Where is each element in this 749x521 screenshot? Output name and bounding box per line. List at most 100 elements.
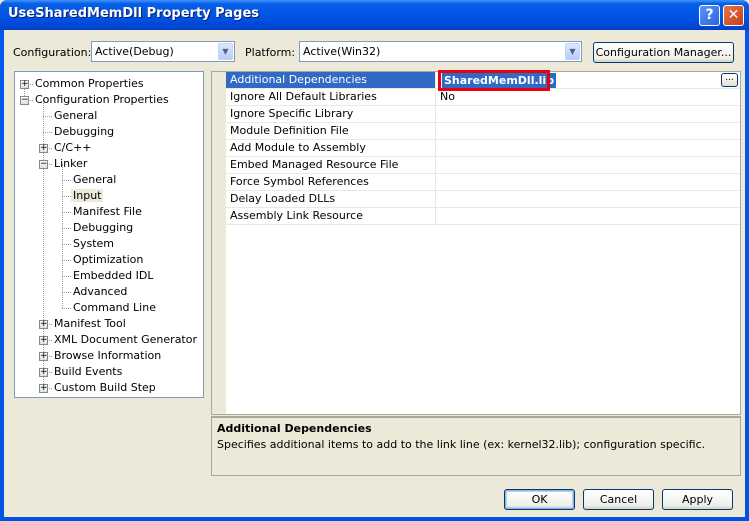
expand-icon[interactable]: + <box>39 384 48 393</box>
tree-item-label: Custom Build Step <box>54 381 156 394</box>
tree-item[interactable]: C/C++ <box>52 140 94 155</box>
tree-item[interactable]: Command Line <box>71 300 158 315</box>
property-tree[interactable]: + Common Properties − Configuration Propert… <box>14 71 204 398</box>
property-row[interactable]: Force Symbol References <box>226 174 740 191</box>
property-grid[interactable]: Additional Dependencies SharedMemDll.lib.… <box>211 70 741 415</box>
description-text: Specifies additional items to add to the… <box>217 438 706 451</box>
configuration-dropdown[interactable]: Active(Debug) ▼ <box>91 41 235 62</box>
description-title: Additional Dependencies <box>217 422 372 435</box>
tree-item[interactable]: Linker <box>52 156 89 171</box>
tree-item[interactable]: Optimization <box>71 252 145 267</box>
chevron-down-icon[interactable]: ▼ <box>565 43 580 60</box>
property-value[interactable] <box>437 174 739 190</box>
expand-icon[interactable]: + <box>39 144 48 153</box>
tree-item[interactable]: Input <box>71 188 104 203</box>
tree-item[interactable]: General <box>52 108 99 123</box>
help-button[interactable]: ? <box>699 5 720 26</box>
tree-item-label: Debugging <box>54 125 115 138</box>
tree-item[interactable]: Common Properties <box>33 76 146 91</box>
ok-button[interactable]: OK <box>504 489 575 510</box>
property-name: Assembly Link Resource <box>226 208 436 224</box>
property-value[interactable] <box>437 191 739 207</box>
property-name: Ignore Specific Library <box>226 106 436 122</box>
tree-connector-line <box>62 244 71 245</box>
property-value[interactable] <box>437 157 739 173</box>
platform-value: Active(Win32) <box>303 45 381 58</box>
property-row[interactable]: Assembly Link Resource <box>226 208 740 225</box>
property-row[interactable]: Ignore Specific Library <box>226 106 740 123</box>
tree-connector-line <box>62 292 71 293</box>
cancel-button[interactable]: Cancel <box>583 489 654 510</box>
tree-connector-line <box>62 228 71 229</box>
tree-item[interactable]: XML Document Generator <box>52 332 199 347</box>
tree-connector-line <box>62 196 71 197</box>
tree-item[interactable]: Manifest Tool <box>52 316 128 331</box>
tree-item[interactable]: Custom Build Step <box>52 380 158 395</box>
tree-item-label: Manifest Tool <box>54 317 126 330</box>
property-value[interactable] <box>437 106 739 122</box>
property-value[interactable] <box>437 208 739 224</box>
property-name: Force Symbol References <box>226 174 436 190</box>
property-value[interactable]: SharedMemDll.lib... <box>437 70 739 91</box>
ellipsis-button[interactable]: ... <box>721 73 738 87</box>
tree-item-label: XML Document Generator <box>54 333 197 346</box>
dialog-client-area: Configuration: Active(Debug) ▼ Platform:… <box>4 30 745 517</box>
tree-item[interactable]: Embedded IDL <box>71 268 155 283</box>
tree-connector-line <box>62 164 63 308</box>
tree-item[interactable]: System <box>71 236 116 251</box>
property-name: Embed Managed Resource File <box>226 157 436 173</box>
tree-item-label: Optimization <box>73 253 144 266</box>
close-button[interactable]: ✕ <box>723 5 744 26</box>
property-row[interactable]: Ignore All Default Libraries No <box>226 89 740 106</box>
property-pages-window: UseSharedMemDll Property Pages ? ✕ Confi… <box>0 0 749 521</box>
configuration-manager-button[interactable]: Configuration Manager... <box>593 42 734 63</box>
tree-item-label: Build Events <box>54 365 123 378</box>
tree-connector-line <box>62 212 71 213</box>
chevron-down-icon[interactable]: ▼ <box>218 43 233 60</box>
expand-icon[interactable]: + <box>39 368 48 377</box>
tree-item-label: System <box>73 237 115 250</box>
property-name: Module Definition File <box>226 123 436 139</box>
tree-item[interactable]: General <box>71 172 118 187</box>
description-panel: Additional Dependencies Specifies additi… <box>211 416 741 476</box>
property-name: Add Module to Assembly <box>226 140 436 156</box>
platform-dropdown[interactable]: Active(Win32) ▼ <box>299 41 582 62</box>
tree-item[interactable]: Manifest File <box>71 204 144 219</box>
tree-item[interactable]: Browse Information <box>52 348 163 363</box>
tree-item[interactable]: Advanced <box>71 284 129 299</box>
tree-item-label: Command Line <box>73 301 156 314</box>
property-row[interactable]: Embed Managed Resource File <box>226 157 740 174</box>
configuration-label: Configuration: <box>13 46 92 59</box>
property-value[interactable] <box>437 123 739 139</box>
tree-item[interactable]: Configuration Properties <box>33 92 171 107</box>
tree-item-label: Browse Information <box>54 349 162 362</box>
red-highlight-box <box>438 70 550 91</box>
tree-connector-line <box>62 308 71 309</box>
expand-icon[interactable]: + <box>39 352 48 361</box>
expand-icon[interactable]: + <box>39 320 48 329</box>
property-row[interactable]: Additional Dependencies SharedMemDll.lib.… <box>226 70 740 91</box>
tree-item[interactable]: Build Events <box>52 364 124 379</box>
expand-icon[interactable]: + <box>39 336 48 345</box>
property-row[interactable]: Add Module to Assembly <box>226 140 740 157</box>
tree-item-label: Configuration Properties <box>35 93 169 106</box>
expand-icon[interactable]: + <box>20 80 29 89</box>
property-value[interactable] <box>437 140 739 156</box>
property-name: Additional Dependencies <box>226 72 436 88</box>
tree-connector-line <box>62 276 71 277</box>
property-row[interactable]: Module Definition File <box>226 123 740 140</box>
apply-button[interactable]: Apply <box>662 489 733 510</box>
title-bar[interactable]: UseSharedMemDll Property Pages ? ✕ <box>0 0 749 30</box>
tree-item-label: Input <box>71 189 104 202</box>
tree-item[interactable]: Debugging <box>52 124 116 139</box>
collapse-icon[interactable]: − <box>39 160 48 169</box>
property-name: Ignore All Default Libraries <box>226 89 436 105</box>
property-row[interactable]: Delay Loaded DLLs <box>226 191 740 208</box>
collapse-icon[interactable]: − <box>20 96 29 105</box>
tree-connector-line <box>43 116 52 117</box>
property-name: Delay Loaded DLLs <box>226 191 436 207</box>
property-value[interactable]: No <box>437 89 739 105</box>
tree-item-label: Common Properties <box>35 77 144 90</box>
tree-item-label: C/C++ <box>54 141 92 154</box>
tree-item[interactable]: Debugging <box>71 220 135 235</box>
